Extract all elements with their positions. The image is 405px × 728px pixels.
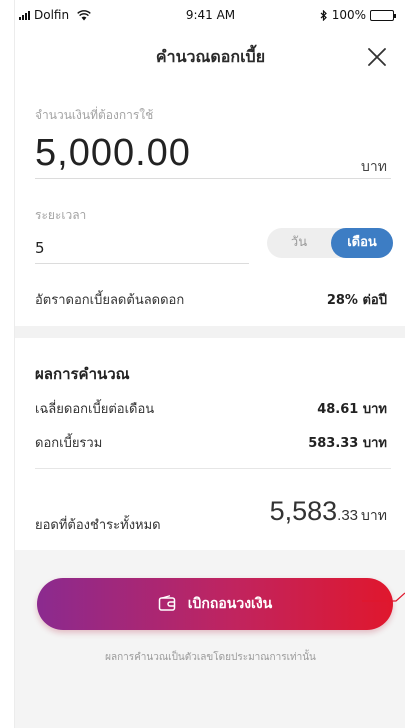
annotation-pointer [362, 592, 405, 602]
section-divider [15, 326, 405, 338]
close-button[interactable] [366, 46, 388, 68]
total-payment-decimal: .33 [337, 507, 359, 524]
status-bar: Dolfin 9:41 AM 100% [15, 0, 405, 30]
battery-percent: 100% [331, 8, 366, 22]
period-label: ระยะเวลา [35, 208, 87, 222]
amount-underline [35, 178, 391, 179]
amount-input[interactable]: 5,000.00 [35, 132, 191, 175]
period-unit-toggle: วัน เดือน [267, 228, 393, 258]
total-interest-label: ดอกเบี้ยรวม [35, 436, 103, 451]
period-input[interactable]: 5 [35, 239, 45, 257]
results-title: ผลการคำนวณ [35, 365, 130, 383]
total-payment-value: 5,583.33 บาท [270, 496, 387, 527]
page-title: คำนวณดอกเบี้ย [155, 47, 266, 66]
battery-icon [370, 9, 396, 21]
total-interest-value: 583.33 บาท [308, 436, 387, 451]
total-payment-unit: บาท [361, 508, 387, 524]
period-underline [35, 263, 249, 264]
withdraw-button-label: เบิกถอนวงเงิน [187, 596, 273, 612]
amount-unit: บาท [361, 159, 387, 175]
disclaimer-text: ผลการคำนวณเป็นตัวเลขโดยประมาณการเท่านั้น [105, 652, 316, 663]
withdraw-button[interactable]: เบิกถอนวงเงิน [37, 578, 393, 630]
calculator-screen: Dolfin 9:41 AM 100% คำนวณดอกเบี้ย จำนวนเ… [14, 0, 405, 728]
total-payment-main: 5,583 [269, 496, 338, 526]
avg-interest-label: เฉลี่ยดอกเบี้ยต่อเดือน [35, 402, 155, 417]
toggle-option-month[interactable]: เดือน [331, 228, 393, 258]
total-payment-label: ยอดที่ต้องชำระทั้งหมด [35, 518, 161, 533]
rate-value: 28% ต่อปี [326, 293, 387, 308]
wallet-icon [158, 595, 175, 611]
rate-label: อัตราดอกเบี้ยลดต้นลดดอก [35, 293, 185, 308]
bottom-area [15, 550, 405, 728]
amount-label: จำนวนเงินที่ต้องการใช้ [35, 108, 154, 122]
header: คำนวณดอกเบี้ย [15, 30, 405, 90]
bluetooth-icon [320, 9, 327, 21]
avg-interest-value: 48.61 บาท [317, 402, 387, 417]
results-divider [35, 468, 391, 469]
toggle-option-day[interactable]: วัน [267, 228, 331, 258]
close-icon [368, 48, 386, 66]
status-right: 100% [320, 8, 396, 22]
